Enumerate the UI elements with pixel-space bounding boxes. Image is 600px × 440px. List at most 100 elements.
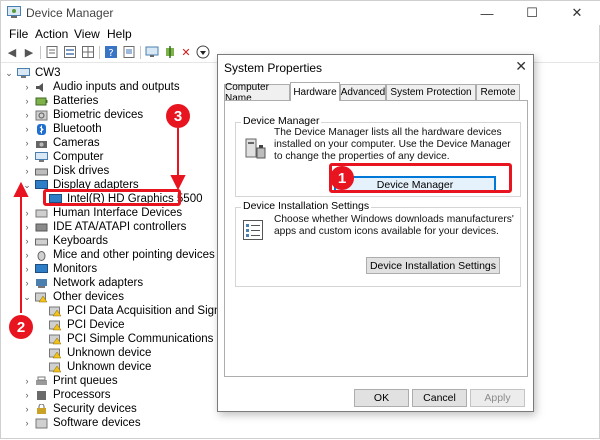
software-device-icon <box>35 418 48 428</box>
chevron-down-icon[interactable]: ⌄ <box>22 292 32 303</box>
bluetooth-icon <box>37 123 46 135</box>
chevron-right-icon[interactable]: › <box>22 236 32 246</box>
chevron-right-icon[interactable]: › <box>22 82 32 92</box>
tab-hardware[interactable]: Hardware <box>290 82 340 101</box>
tree-node[interactable]: › Processors <box>22 388 111 402</box>
mouse-icon <box>37 250 46 261</box>
maximize-button[interactable]: ☐ <box>510 1 554 25</box>
chevron-right-icon[interactable]: › <box>22 166 32 176</box>
chevron-right-icon[interactable]: › <box>22 222 32 232</box>
highlight-intel-graphics <box>43 189 181 206</box>
step-3-badge: 3 <box>166 104 190 128</box>
installation-settings-icon <box>243 220 263 240</box>
chevron-right-icon[interactable]: › <box>22 250 32 260</box>
menu-bar: File Action View Help <box>1 25 600 43</box>
scan-hardware-icon[interactable] <box>145 45 159 59</box>
warning-device-icon <box>49 348 62 358</box>
chevron-right-icon[interactable]: › <box>22 418 32 428</box>
tree-node[interactable]: › Disk drives <box>22 164 110 178</box>
device-manager-description: The Device Manager lists all the hardwar… <box>274 127 511 162</box>
driver-sheet-icon[interactable] <box>122 45 136 59</box>
menu-view[interactable]: View <box>74 27 100 41</box>
list-view-icon[interactable] <box>63 45 77 59</box>
back-arrow-icon[interactable]: ◀ <box>5 45 19 59</box>
keyboard-icon <box>35 238 48 245</box>
tree-node[interactable]: › Network adapters <box>22 276 144 290</box>
chevron-right-icon[interactable]: › <box>22 152 32 162</box>
chevron-right-icon[interactable]: › <box>22 208 32 218</box>
tree-node[interactable]: › Cameras <box>22 136 100 150</box>
help-icon[interactable]: ? <box>104 45 118 59</box>
chevron-right-icon[interactable]: › <box>22 124 32 134</box>
monitor-icon <box>35 263 48 273</box>
tree-node[interactable]: › Keyboards <box>22 234 108 248</box>
tree-node[interactable]: › Audio inputs and outputs <box>22 80 180 94</box>
properties-sheet-icon[interactable] <box>45 45 59 59</box>
title-bar: Device Manager — ☐ ✕ <box>1 1 600 25</box>
warning-device-icon <box>49 362 62 372</box>
tree-node[interactable]: › Security devices <box>22 402 137 416</box>
ok-button[interactable]: OK <box>354 389 409 407</box>
tree-node[interactable]: Unknown device <box>49 360 151 374</box>
device-manager-app-icon <box>7 6 21 18</box>
chevron-right-icon[interactable]: › <box>22 404 32 414</box>
tree-node[interactable]: › Batteries <box>22 94 99 108</box>
tree-node[interactable]: › IDE ATA/ATAPI controllers <box>22 220 187 234</box>
tree-node[interactable]: PCI Device <box>49 318 125 332</box>
tree-node[interactable]: › Software devices <box>22 416 141 430</box>
tab-computer-name[interactable]: Computer Name <box>224 82 290 104</box>
tree-node[interactable]: Unknown device <box>49 346 151 360</box>
security-device-icon <box>37 403 46 414</box>
chevron-right-icon[interactable]: › <box>22 138 32 148</box>
cancel-button[interactable]: Cancel <box>412 389 467 407</box>
tree-node[interactable]: › Bluetooth <box>22 122 102 136</box>
tab-remote[interactable]: Remote <box>476 84 520 100</box>
apply-button[interactable]: Apply <box>470 389 525 407</box>
menu-file[interactable]: File <box>9 27 28 41</box>
tree-node[interactable]: › Print queues <box>22 374 118 388</box>
chevron-down-icon[interactable]: ⌄ <box>4 68 14 79</box>
chevron-right-icon[interactable]: › <box>22 110 32 120</box>
chevron-down-icon[interactable]: ⌄ <box>22 180 32 191</box>
dialog-close-button[interactable]: ✕ <box>515 58 527 75</box>
camera-icon <box>36 140 47 148</box>
forward-arrow-icon[interactable]: ▶ <box>22 45 36 59</box>
tree-node[interactable]: › Human Interface Devices <box>22 206 183 220</box>
device-installation-group: Device Installation Settings Choose whet… <box>235 200 521 287</box>
menu-action[interactable]: Action <box>35 27 68 41</box>
tree-node[interactable]: › Mice and other pointing devices <box>22 248 215 262</box>
device-installation-settings-button[interactable]: Device Installation Settings <box>366 257 500 274</box>
chevron-right-icon[interactable]: › <box>22 390 32 400</box>
hid-icon <box>35 209 48 217</box>
step-1-badge: 1 <box>330 166 354 190</box>
tree-node[interactable]: › Computer <box>22 150 104 164</box>
tree-node[interactable]: › Monitors <box>22 262 98 276</box>
warning-device-icon <box>49 306 62 316</box>
tree-node-root[interactable]: ⌄ CW3 <box>4 66 60 80</box>
chevron-right-icon[interactable]: › <box>22 96 32 106</box>
computer-icon <box>17 67 30 78</box>
device-manager-hardware-icon <box>245 138 266 159</box>
menu-help[interactable]: Help <box>107 27 132 41</box>
chevron-right-icon[interactable]: › <box>22 376 32 386</box>
computer-icon <box>35 151 48 162</box>
highlight-device-manager-button <box>329 163 512 193</box>
add-driver-icon[interactable] <box>163 45 177 59</box>
update-driver-icon[interactable] <box>196 45 210 59</box>
tree-node[interactable]: › Biometric devices <box>22 108 144 122</box>
tree-node[interactable]: PCI Data Acquisition and Signal Processi… <box>49 304 221 318</box>
close-button[interactable]: ✕ <box>555 1 599 25</box>
window-title: Device Manager <box>26 6 114 20</box>
tab-advanced[interactable]: Advanced <box>340 84 386 100</box>
minimize-button[interactable]: — <box>465 1 509 25</box>
grid-view-icon[interactable] <box>81 45 95 59</box>
tab-system-protection[interactable]: System Protection <box>386 84 476 100</box>
chevron-right-icon[interactable]: › <box>22 264 32 274</box>
device-installation-group-label: Device Installation Settings <box>241 200 372 212</box>
tree-node[interactable]: PCI Simple Communications Controller <box>49 332 221 346</box>
chevron-right-icon[interactable]: › <box>22 278 32 288</box>
warning-device-icon <box>49 334 62 344</box>
processor-icon <box>37 390 46 400</box>
tree-node-other-devices[interactable]: ⌄ Other devices <box>22 290 124 304</box>
uninstall-x-icon[interactable]: ✕ <box>179 45 193 59</box>
